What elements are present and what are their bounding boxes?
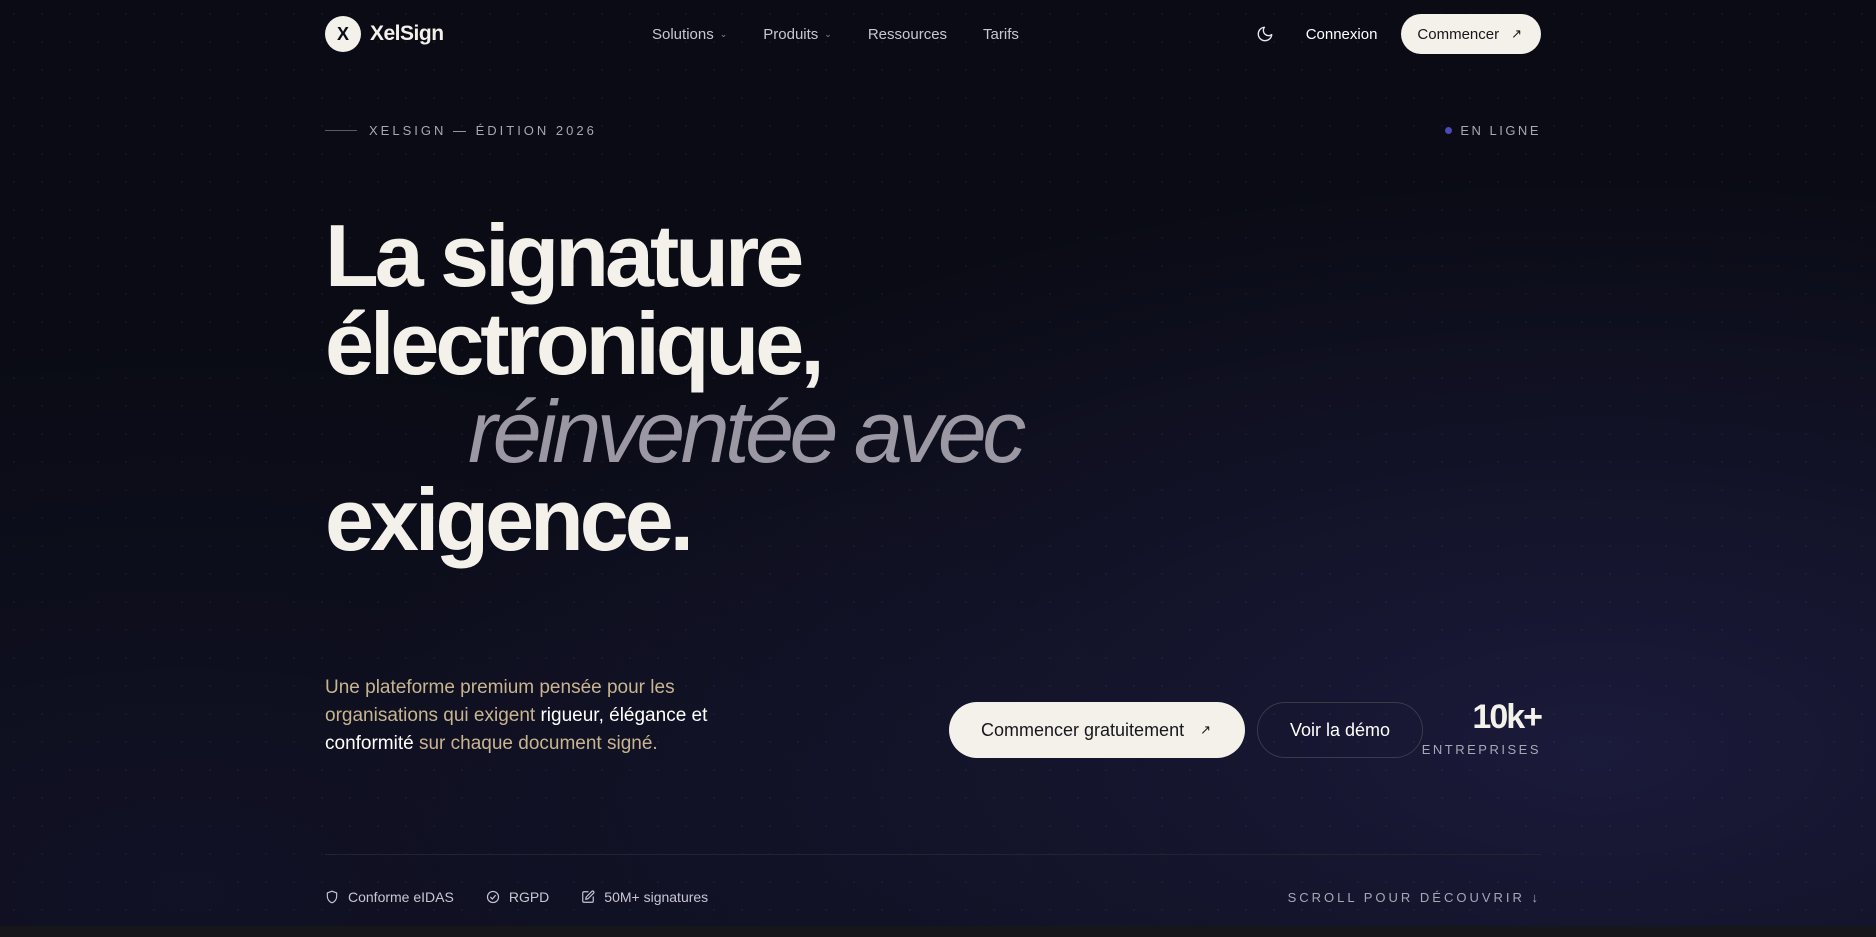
badge-label: 50M+ signatures	[604, 889, 709, 905]
section-divider	[325, 854, 1541, 855]
badge-label: RGPD	[508, 889, 550, 905]
logo-text: XelSign	[370, 22, 444, 45]
main-menu: Solutions ⌄ Produits ⌄ Ressources Tarifs	[652, 26, 1019, 43]
start-free-label: Commencer gratuitement	[981, 719, 1185, 740]
top-navigation: X XelSign Solutions ⌄ Produits ⌄ Ressour…	[325, 14, 1541, 54]
menu-item-label: Produits	[763, 25, 819, 43]
start-button[interactable]: Commencer ↗	[1401, 14, 1541, 54]
menu-item-label: Tarifs	[983, 25, 1019, 43]
description-text: sur chaque document signé.	[413, 733, 658, 754]
bottom-edge-bar	[0, 926, 1876, 937]
logo[interactable]: X XelSign	[325, 16, 444, 52]
check-circle-icon	[486, 890, 500, 904]
edition-bar: XELSIGN — ÉDITION 2026 EN LIGNE	[325, 120, 1541, 140]
edition-divider-line	[325, 129, 357, 131]
hero-ctas: Commencer gratuitement ↗ Voir la démo	[949, 702, 1424, 758]
badge-label: Conforme eIDAS	[348, 889, 454, 905]
status-label: EN LIGNE	[1460, 122, 1541, 138]
badge-eidas: Conforme eIDAS	[325, 889, 454, 905]
edition-label: XELSIGN — ÉDITION 2026	[369, 122, 597, 138]
headline-line-3: réinventée avec	[468, 382, 1026, 481]
trust-badges: Conforme eIDAS RGPD 50M+ signatures SCRO…	[325, 887, 1541, 907]
stat-value: 10k+	[1472, 698, 1543, 736]
companies-stat: 10k+ ENTREPRISES	[1421, 698, 1543, 757]
badge-rgpd: RGPD	[486, 889, 549, 905]
menu-item-ressources[interactable]: Ressources	[868, 26, 947, 43]
logo-mark: X	[325, 16, 361, 52]
status-dot-icon	[1445, 126, 1453, 134]
start-button-label: Commencer	[1417, 25, 1500, 43]
stat-label: ENTREPRISES	[1421, 742, 1541, 757]
chevron-down-icon: ⌄	[824, 28, 832, 39]
menu-item-label: Solutions	[652, 25, 714, 43]
arrow-up-right-icon: ↗	[1200, 722, 1211, 737]
moon-icon[interactable]	[1256, 25, 1274, 43]
shield-icon	[325, 890, 339, 904]
menu-item-produits[interactable]: Produits ⌄	[763, 26, 832, 43]
start-free-button[interactable]: Commencer gratuitement ↗	[949, 702, 1245, 758]
edit-document-icon	[581, 890, 595, 904]
hero-description: Une plateforme premium pensée pour les o…	[325, 674, 745, 758]
demo-button[interactable]: Voir la démo	[1257, 702, 1424, 758]
badge-signatures: 50M+ signatures	[581, 889, 708, 905]
headline-line-1: La signature	[325, 206, 804, 305]
scroll-hint[interactable]: SCROLL POUR DÉCOUVRIR ↓	[1288, 890, 1541, 905]
login-link[interactable]: Connexion	[1306, 26, 1378, 43]
arrow-up-right-icon: ↗	[1511, 26, 1522, 41]
hero-headline: La signature électronique, réinventée av…	[325, 212, 1541, 564]
nav-actions: Connexion Commencer ↗	[1256, 14, 1541, 54]
menu-item-label: Ressources	[867, 25, 948, 43]
headline-line-2: électronique,	[325, 294, 825, 393]
chevron-down-icon: ⌄	[719, 28, 728, 39]
demo-label: Voir la démo	[1290, 719, 1391, 740]
headline-line-4: exigence.	[325, 470, 694, 569]
menu-item-solutions[interactable]: Solutions ⌄	[652, 26, 727, 43]
menu-item-tarifs[interactable]: Tarifs	[983, 26, 1019, 43]
online-status: EN LIGNE	[1445, 123, 1541, 138]
